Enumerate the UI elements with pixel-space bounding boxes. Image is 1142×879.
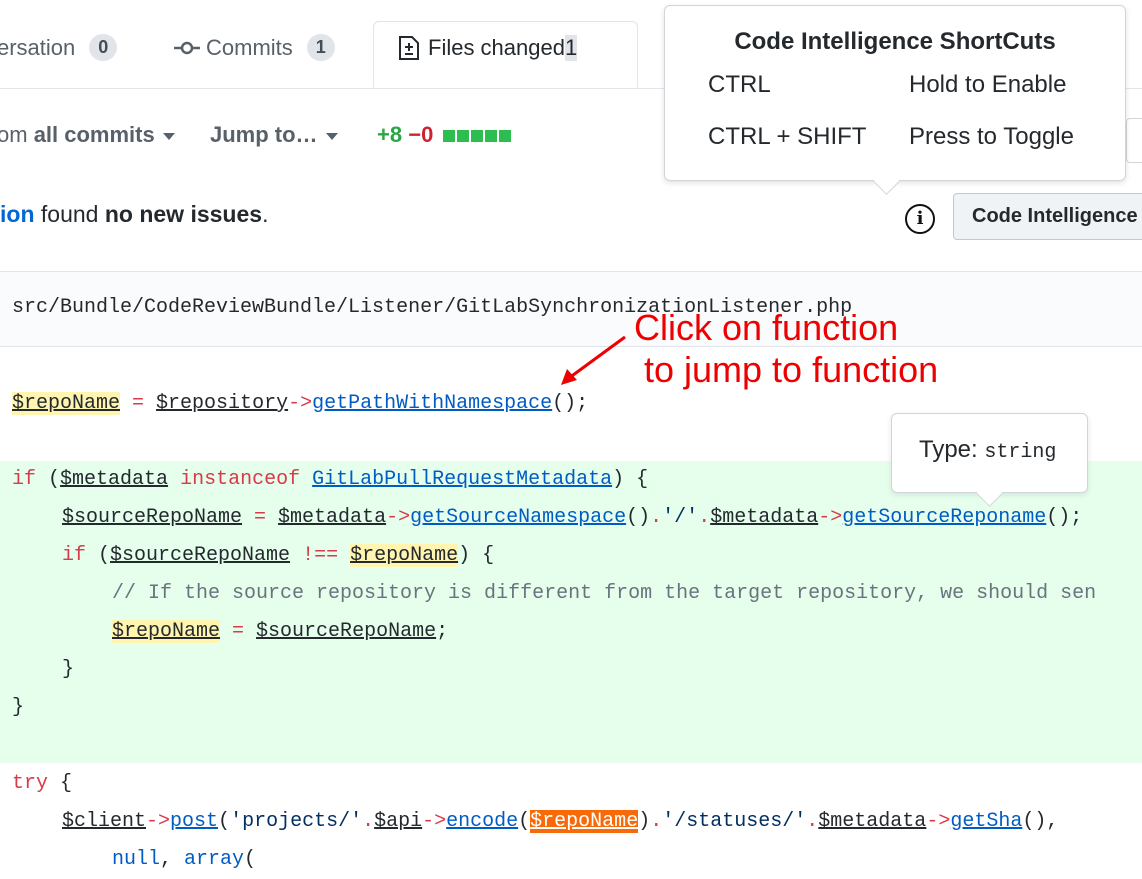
code-line: } [12,696,25,719]
code-variable[interactable]: $sourceRepoName [62,506,242,529]
annotation-arrow-icon [561,335,626,385]
analysis-end: . [262,201,269,227]
type-value: string [984,441,1057,464]
code-class-link[interactable]: GitLabPullRequestMetadata [312,468,612,491]
tab-commits[interactable]: Commits 1 [174,34,335,61]
code-line: try { [12,772,73,795]
code-variable[interactable]: $repository [156,392,288,415]
shortcut-key: CTRL [708,71,771,98]
code-line: $client->post('projects/'.$api->encode($… [62,810,1059,833]
code-line: null, array( [112,848,257,871]
code-variable[interactable]: $api [374,810,422,833]
additions-count: +8 [377,122,403,147]
code-function-link[interactable]: encode [446,810,518,833]
type-tooltip: Type: string [891,413,1088,507]
code-line: $repoName = $repository->getPathWithName… [12,392,589,415]
code-function-link[interactable]: getSourceReponame [842,506,1046,529]
commit-filter-dropdown[interactable]: om all commits [0,122,175,148]
code-variable[interactable]: $metadata [60,468,168,491]
shortcuts-title: Code Intelligence ShortCuts [734,28,1056,55]
code-variable[interactable]: $metadata [818,810,926,833]
code-line: if ($metadata instanceof GitLabPullReque… [12,468,649,491]
code-variable[interactable]: $repoName [112,620,221,643]
code-variable[interactable]: $metadata [278,506,386,529]
code-line: if ($sourceRepoName !== $repoName) { [62,544,495,567]
tab-commits-label: Commits [206,34,293,60]
shortcuts-popup: Code Intelligence ShortCuts CTRL Hold to… [664,5,1126,195]
code-line: $sourceRepoName = $metadata->getSourceNa… [62,506,1083,529]
chevron-down-icon [325,132,338,140]
code-function-link[interactable]: getSourceNamespace [410,506,626,529]
analysis-text: found [34,201,105,227]
jump-to-label: Jump to… [210,122,318,147]
tab-conversation-count: 0 [89,34,118,61]
popup-pointer [873,168,900,195]
commit-filter-prefix: om [0,122,34,147]
analysis-status: ion found no new issues. [0,201,268,228]
code-function-link[interactable]: getSha [950,810,1022,833]
code-variable[interactable]: $metadata [710,506,818,529]
code-variable[interactable]: $sourceRepoName [110,544,290,567]
code-comment: // If the source repository is different… [112,582,1097,605]
code-variable-active[interactable]: $repoName [530,810,639,833]
tab-conversation[interactable]: ersation 0 [0,34,118,61]
settings-box-edge[interactable] [1126,118,1142,163]
commit-icon [174,41,200,54]
chevron-down-icon [162,132,175,140]
jump-to-dropdown[interactable]: Jump to… [210,122,338,148]
diffstat: +8 −0 [377,122,513,148]
code-variable[interactable]: $repoName [12,392,121,415]
shortcut-action: Press to Toggle [909,123,1074,150]
code-line: } [62,658,75,681]
tab-files-changed[interactable]: Files changed 1 [373,21,638,88]
tab-conversation-label: ersation [0,34,76,60]
shortcut-action: Hold to Enable [909,71,1067,98]
tab-files-label: Files changed [428,35,565,60]
code-function-link[interactable]: getPathWithNamespace [312,392,552,415]
diffstat-bar [443,122,513,147]
analysis-result: no new issues [104,201,263,227]
analysis-link[interactable]: ion [0,201,35,227]
code-variable[interactable]: $sourceRepoName [256,620,436,643]
code-line: $repoName = $sourceRepoName; [112,620,449,643]
info-icon[interactable]: i [905,204,935,234]
type-label: Type: [919,436,985,463]
deletions-count: −0 [408,122,434,147]
code-function-link[interactable]: post [170,810,218,833]
code-variable[interactable]: $client [62,810,146,833]
code-variable[interactable]: $repoName [350,544,459,567]
file-diff-icon [399,36,419,60]
commit-filter-value: all commits [33,122,155,147]
tab-files-count: 1 [564,35,578,61]
annotation-text: Click on function to jump to function [634,307,939,390]
tab-commits-count: 1 [306,34,335,61]
code-intelligence-button[interactable]: Code Intelligence [953,193,1142,240]
shortcut-key: CTRL + SHIFT [708,123,867,150]
